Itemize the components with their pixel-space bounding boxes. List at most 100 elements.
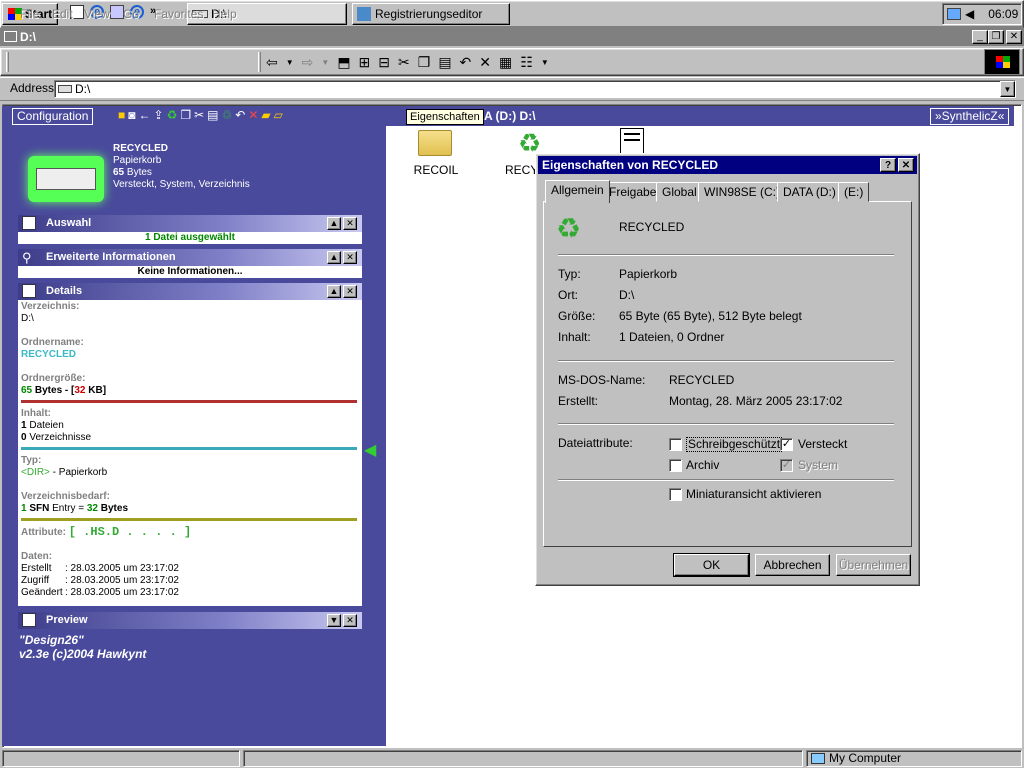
tab-allgemein[interactable]: Allgemein bbox=[545, 180, 610, 203]
details-icon bbox=[22, 284, 36, 298]
task-button-regedit[interactable]: Registrierungseditor bbox=[352, 3, 510, 25]
document-icon[interactable] bbox=[620, 128, 644, 154]
icon-label-recoil[interactable]: RECOIL bbox=[406, 163, 466, 177]
info-row: Größe: 65 Byte (65 Byte), 512 Byte belegt bbox=[558, 309, 802, 323]
thumbnail-checkbox[interactable] bbox=[669, 488, 682, 501]
window-drive-icon[interactable] bbox=[4, 31, 17, 42]
readonly-label[interactable]: Schreibgeschützt bbox=[686, 437, 783, 452]
tab-data[interactable]: DATA (D:) bbox=[777, 182, 842, 202]
help-button[interactable]: ? bbox=[880, 158, 896, 172]
menu-edit[interactable]: Edit bbox=[52, 7, 73, 21]
collapse-down-button[interactable]: ▼ bbox=[327, 614, 341, 627]
close-button[interactable]: ✕ bbox=[1006, 30, 1022, 44]
delete-icon[interactable]: ✕ bbox=[479, 54, 491, 71]
archive-label[interactable]: Archiv bbox=[686, 458, 719, 472]
date-row: Erstellt: 28.03.2005 um 23:17:02 bbox=[21, 563, 179, 574]
folder-open-icon[interactable]: ▰ bbox=[261, 108, 270, 124]
address-dropdown-button[interactable]: ▼ bbox=[1000, 81, 1015, 97]
undo-icon[interactable]: ↶ bbox=[460, 54, 472, 71]
refresh-icon[interactable]: ♻ bbox=[167, 108, 178, 124]
disconnect-icon[interactable]: ⊟ bbox=[378, 54, 390, 71]
map-drive-icon[interactable]: ⊞ bbox=[359, 54, 371, 71]
tab-e[interactable]: (E:) bbox=[838, 182, 870, 202]
menu-favorites[interactable]: Favorites bbox=[154, 7, 203, 21]
paste-icon-2[interactable]: ▤ bbox=[207, 108, 218, 124]
dates-list: Erstellt: 28.03.2005 um 23:17:02 Zugriff:… bbox=[21, 563, 359, 599]
back-arrow-icon[interactable]: ← bbox=[139, 108, 151, 124]
menu-go[interactable]: Go bbox=[123, 7, 139, 21]
hidden-checkbox[interactable]: ✓ bbox=[780, 438, 793, 451]
tab-freigabe[interactable]: Freigabe bbox=[603, 182, 663, 202]
archive-checkbox[interactable] bbox=[669, 459, 682, 472]
size-bar bbox=[21, 400, 357, 403]
dialog-title: Eigenschaften von RECYCLED bbox=[538, 156, 917, 174]
view-icon[interactable]: ◙ bbox=[128, 108, 135, 124]
dropdown-icon-2[interactable]: ▼ bbox=[321, 58, 329, 67]
folder-icon-recoil[interactable] bbox=[418, 130, 452, 156]
dialog-close-button[interactable]: ✕ bbox=[898, 158, 914, 172]
date-row: Geändert: 28.03.2005 um 23:17:02 bbox=[21, 587, 179, 598]
synthelicz-button[interactable]: »SynthelicZ« bbox=[930, 108, 1010, 125]
restore-button[interactable]: ❐ bbox=[988, 30, 1004, 44]
recycle-bin-large-icon: ♻ bbox=[556, 213, 582, 244]
dropdown-icon[interactable]: ▼ bbox=[286, 58, 294, 67]
collapse-up-button-2[interactable]: ▲ bbox=[327, 251, 341, 264]
delete-icon-2[interactable]: ✕ bbox=[248, 108, 258, 124]
icon-label-recycled[interactable]: RECY bbox=[505, 163, 538, 177]
back-icon[interactable]: ⇦ bbox=[266, 54, 278, 71]
magnifier-icon: ⚲ bbox=[22, 250, 32, 265]
folder-icon[interactable]: ■ bbox=[118, 108, 125, 124]
menu-view[interactable]: View bbox=[84, 7, 110, 21]
panel-preview-title[interactable]: Preview bbox=[18, 612, 362, 629]
up-folder-icon[interactable]: ⬒ bbox=[337, 54, 350, 71]
dropdown-icon-3[interactable]: ▼ bbox=[541, 58, 549, 67]
paste-icon[interactable]: ▤ bbox=[438, 54, 451, 71]
menu-help[interactable]: Help bbox=[212, 7, 237, 21]
toolbar: ⇦ ▼ ⇨ ▼ ⬒ ⊞ ⊟ ✂ ❐ ▤ ↶ ✕ ▦ ☷ ▼ bbox=[266, 53, 656, 71]
configuration-button[interactable]: Configuration bbox=[12, 108, 94, 125]
panel-erweitert-title[interactable]: Erweiterte Informationen bbox=[18, 249, 362, 266]
copy-icon[interactable]: ❐ bbox=[418, 54, 431, 71]
tab-win98se[interactable]: WIN98SE (C:) bbox=[698, 182, 787, 202]
collapse-arrow-icon[interactable]: ◀ bbox=[364, 440, 378, 459]
collapse-up-button-3[interactable]: ▲ bbox=[327, 285, 341, 298]
cancel-button[interactable]: Abbrechen bbox=[755, 554, 830, 576]
address-label: Address bbox=[10, 81, 55, 95]
window-title: D:\ bbox=[0, 28, 1024, 46]
panel-auswahl-title[interactable]: Auswahl bbox=[18, 215, 362, 232]
desktop-icon[interactable] bbox=[110, 5, 124, 19]
network-icon[interactable] bbox=[947, 8, 961, 20]
panel-details-title[interactable]: Details bbox=[18, 283, 362, 300]
thumbnail-label[interactable]: Miniaturansicht aktivieren bbox=[686, 487, 821, 501]
created-value: Montag, 28. März 2005 23:17:02 bbox=[669, 394, 843, 408]
cut-icon-2[interactable]: ✂ bbox=[194, 108, 204, 124]
info-rows: Typ: Papierkorb Ort: D:\ Größe: 65 Byte (65 B… bbox=[558, 267, 898, 351]
grip-2 bbox=[258, 52, 261, 72]
panel-close-button[interactable]: ✕ bbox=[343, 217, 357, 230]
undo-icon-2[interactable]: ↶ bbox=[235, 108, 245, 124]
menu-file[interactable]: File bbox=[20, 7, 39, 21]
properties-icon[interactable]: ▦ bbox=[499, 54, 512, 71]
dos-name-value: RECYCLED bbox=[669, 373, 735, 387]
panel-close-button-3[interactable]: ✕ bbox=[343, 285, 357, 298]
move-icon[interactable]: ▱ bbox=[274, 108, 283, 124]
folder-summary: RECYCLED Papierkorb 65 Bytes Versteckt, … bbox=[113, 143, 250, 191]
folder-type: Papierkorb bbox=[113, 155, 162, 166]
panel-close-button-2[interactable]: ✕ bbox=[343, 251, 357, 264]
forward-icon[interactable]: ⇨ bbox=[302, 54, 314, 71]
task-button-explorer[interactable]: D:\ bbox=[187, 3, 347, 25]
views-icon[interactable]: ☷ bbox=[520, 54, 533, 71]
panel-close-button-4[interactable]: ✕ bbox=[343, 614, 357, 627]
address-input[interactable]: D:\ bbox=[54, 80, 1016, 98]
minimize-button[interactable]: _ bbox=[972, 30, 988, 44]
volume-icon[interactable]: ◀ bbox=[965, 7, 974, 21]
recycle-icon[interactable]: ♲ bbox=[222, 108, 233, 124]
collapse-up-button[interactable]: ▲ bbox=[327, 217, 341, 230]
tab-global[interactable]: Global bbox=[656, 182, 703, 202]
cut-icon[interactable]: ✂ bbox=[398, 54, 410, 71]
readonly-checkbox[interactable] bbox=[669, 438, 682, 451]
copy-icon-2[interactable]: ❐ bbox=[180, 108, 191, 124]
ok-button[interactable]: OK bbox=[673, 553, 750, 577]
upload-icon[interactable]: ⇪ bbox=[154, 108, 164, 124]
hidden-label[interactable]: Versteckt bbox=[798, 437, 847, 451]
